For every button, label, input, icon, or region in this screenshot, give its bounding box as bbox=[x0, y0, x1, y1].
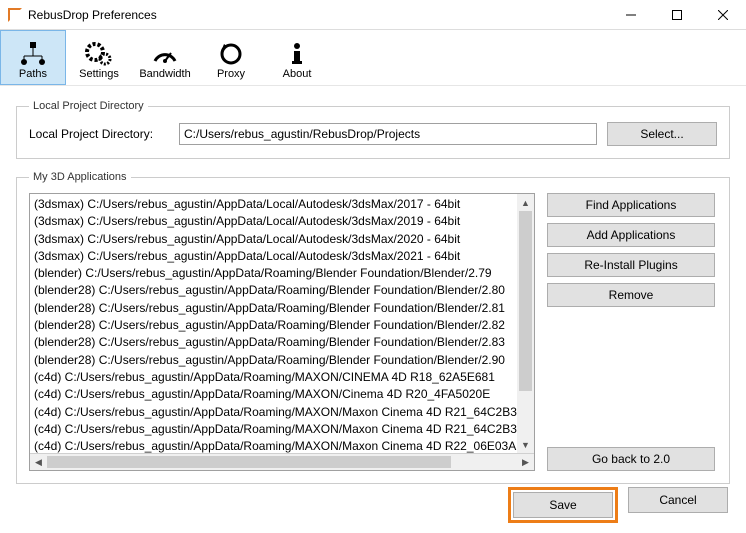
list-item[interactable]: (blender28) C:/Users/rebus_agustin/AppDa… bbox=[34, 317, 534, 334]
tab-paths[interactable]: Paths bbox=[0, 30, 66, 85]
scroll-right-icon[interactable]: ▶ bbox=[517, 454, 534, 470]
tab-about[interactable]: About bbox=[264, 30, 330, 85]
list-item[interactable]: (3dsmax) C:/Users/rebus_agustin/AppData/… bbox=[34, 196, 534, 213]
tab-label: Paths bbox=[19, 68, 47, 80]
maximize-button[interactable] bbox=[654, 0, 700, 29]
horizontal-scrollbar[interactable]: ◀ ▶ bbox=[30, 453, 534, 470]
vertical-scrollbar[interactable]: ▲ ▼ bbox=[517, 194, 534, 453]
list-item[interactable]: (3dsmax) C:/Users/rebus_agustin/AppData/… bbox=[34, 231, 534, 248]
local-project-legend: Local Project Directory bbox=[29, 100, 148, 112]
go-back-button[interactable]: Go back to 2.0 bbox=[547, 447, 715, 471]
local-project-label: Local Project Directory: bbox=[29, 127, 169, 141]
info-icon bbox=[281, 40, 313, 68]
tab-toolbar: Paths Settings Bandwidth Proxy About bbox=[0, 30, 746, 86]
list-item[interactable]: (3dsmax) C:/Users/rebus_agustin/AppData/… bbox=[34, 213, 534, 230]
app-logo-icon bbox=[8, 8, 22, 22]
scroll-up-icon[interactable]: ▲ bbox=[517, 194, 534, 211]
list-item[interactable]: (c4d) C:/Users/rebus_agustin/AppData/Roa… bbox=[34, 438, 534, 453]
scroll-left-icon[interactable]: ◀ bbox=[30, 454, 47, 470]
titlebar: RebusDrop Preferences bbox=[0, 0, 746, 30]
add-applications-button[interactable]: Add Applications bbox=[547, 223, 715, 247]
save-highlight: Save bbox=[508, 487, 618, 523]
applications-legend: My 3D Applications bbox=[29, 171, 131, 183]
list-item[interactable]: (blender28) C:/Users/rebus_agustin/AppDa… bbox=[34, 352, 534, 369]
scroll-down-icon[interactable]: ▼ bbox=[517, 436, 534, 453]
list-item[interactable]: (c4d) C:/Users/rebus_agustin/AppData/Roa… bbox=[34, 369, 534, 386]
list-item[interactable]: (3dsmax) C:/Users/rebus_agustin/AppData/… bbox=[34, 248, 534, 265]
tab-label: Settings bbox=[79, 68, 119, 80]
tab-proxy[interactable]: Proxy bbox=[198, 30, 264, 85]
tab-label: Bandwidth bbox=[139, 68, 190, 80]
list-item[interactable]: (blender28) C:/Users/rebus_agustin/AppDa… bbox=[34, 334, 534, 351]
applications-listbox[interactable]: (3dsmax) C:/Users/rebus_agustin/AppData/… bbox=[29, 193, 535, 471]
reinstall-plugins-button[interactable]: Re-Install Plugins bbox=[547, 253, 715, 277]
save-button[interactable]: Save bbox=[513, 492, 613, 518]
local-project-group: Local Project Directory Local Project Di… bbox=[16, 100, 730, 159]
tab-label: About bbox=[283, 68, 312, 80]
tab-bandwidth[interactable]: Bandwidth bbox=[132, 30, 198, 85]
tab-settings[interactable]: Settings bbox=[66, 30, 132, 85]
cancel-button[interactable]: Cancel bbox=[628, 487, 728, 513]
list-item[interactable]: (c4d) C:/Users/rebus_agustin/AppData/Roa… bbox=[34, 404, 534, 421]
list-item[interactable]: (blender28) C:/Users/rebus_agustin/AppDa… bbox=[34, 282, 534, 299]
local-project-input[interactable] bbox=[179, 123, 597, 145]
list-item[interactable]: (c4d) C:/Users/rebus_agustin/AppData/Roa… bbox=[34, 421, 534, 438]
proxy-icon bbox=[215, 40, 247, 68]
close-button[interactable] bbox=[700, 0, 746, 29]
list-item[interactable]: (blender) C:/Users/rebus_agustin/AppData… bbox=[34, 265, 534, 282]
paths-icon bbox=[17, 40, 49, 68]
gear-icon bbox=[83, 40, 115, 68]
select-directory-button[interactable]: Select... bbox=[607, 122, 717, 146]
list-item[interactable]: (c4d) C:/Users/rebus_agustin/AppData/Roa… bbox=[34, 386, 534, 403]
list-item[interactable]: (blender28) C:/Users/rebus_agustin/AppDa… bbox=[34, 300, 534, 317]
applications-group: My 3D Applications (3dsmax) C:/Users/reb… bbox=[16, 171, 730, 484]
window-title: RebusDrop Preferences bbox=[28, 8, 608, 22]
tab-label: Proxy bbox=[217, 68, 245, 80]
remove-button[interactable]: Remove bbox=[547, 283, 715, 307]
find-applications-button[interactable]: Find Applications bbox=[547, 193, 715, 217]
gauge-icon bbox=[149, 40, 181, 68]
minimize-button[interactable] bbox=[608, 0, 654, 29]
